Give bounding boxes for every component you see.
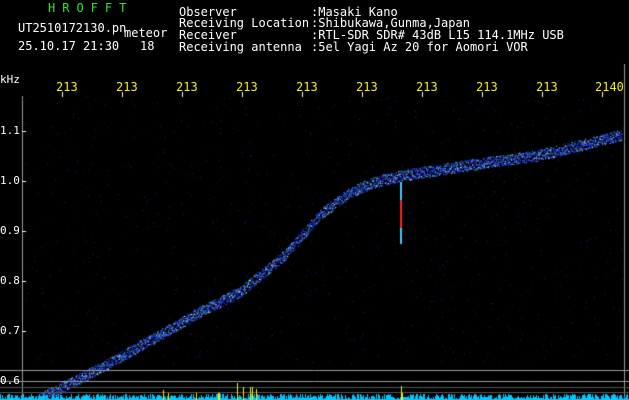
hrofft-window: HROFFT UT2510172130.pn meteor 25.10.17 2… <box>0 0 629 400</box>
antenna-label: Receiving antenna <box>179 40 302 54</box>
spectrogram-plot <box>0 0 629 400</box>
time-tick: 2140 <box>595 80 624 94</box>
time-tick: 213 <box>416 80 438 94</box>
time-tick: 213 <box>56 80 78 94</box>
time-tick: 213 <box>296 80 318 94</box>
time-tick: 213 <box>116 80 138 94</box>
app-title: HROFFT <box>48 1 134 15</box>
file-name: UT2510172130.pn <box>18 21 127 35</box>
mode-label: meteor <box>124 26 168 40</box>
frequency-tick: 0.7 <box>0 324 20 337</box>
timestamp: 25.10.17 21:30 <box>18 39 120 53</box>
time-tick: 213 <box>236 80 258 94</box>
frequency-tick: 1.1 <box>0 124 20 137</box>
time-tick: 213 <box>476 80 498 94</box>
time-tick: 213 <box>356 80 378 94</box>
frequency-unit-label: kHz <box>0 73 20 86</box>
count-value: 18 <box>140 39 155 53</box>
frequency-tick: 0.8 <box>0 274 20 287</box>
antenna-value: :5el Yagi Az 20 for Aomori VOR <box>311 40 528 54</box>
frequency-tick: 0.6 <box>0 374 20 387</box>
frequency-tick: 0.9 <box>0 224 20 237</box>
time-tick: 213 <box>176 80 198 94</box>
time-tick: 213 <box>536 80 558 94</box>
frequency-tick: 1.0 <box>0 174 20 187</box>
